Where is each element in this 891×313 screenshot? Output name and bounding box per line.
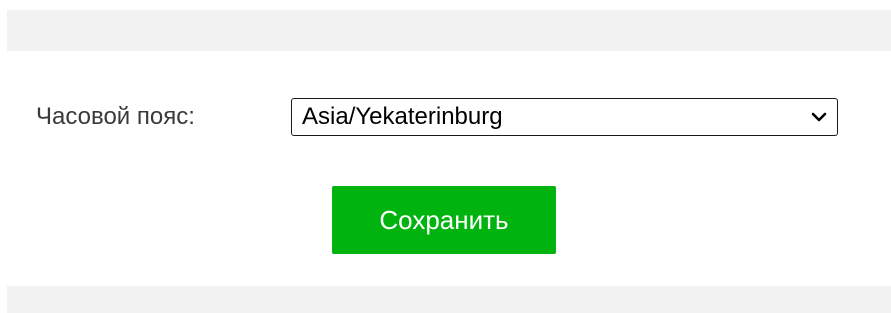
- bottom-bar: [7, 286, 891, 313]
- top-bar: [7, 10, 891, 51]
- timezone-label: Часовой пояс:: [36, 103, 195, 130]
- save-button[interactable]: Сохранить: [332, 186, 556, 254]
- timezone-select[interactable]: Asia/Yekaterinburg: [291, 98, 838, 136]
- chevron-down-icon: [811, 112, 827, 122]
- timezone-select-value: Asia/Yekaterinburg: [302, 103, 503, 130]
- settings-page: Часовой пояс: Asia/Yekaterinburg Сохрани…: [0, 0, 891, 313]
